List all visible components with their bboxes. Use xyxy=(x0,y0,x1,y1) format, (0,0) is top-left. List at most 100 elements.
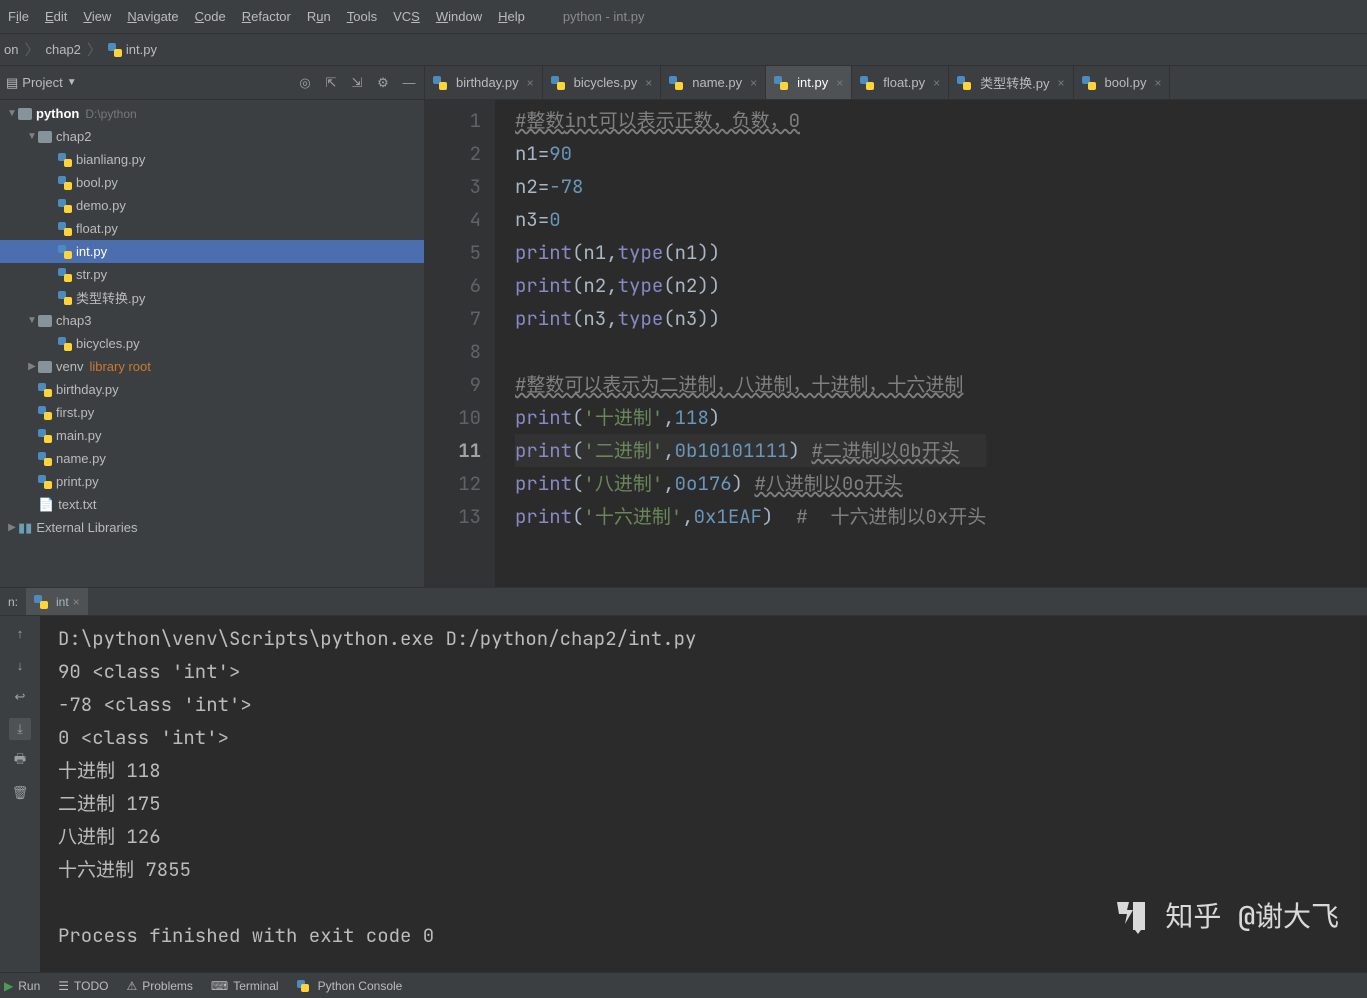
tree-row[interactable]: main.py xyxy=(0,424,424,447)
menu-navigate[interactable]: Navigate xyxy=(119,0,186,33)
scroll-end-icon[interactable]: ⤓ xyxy=(9,718,31,740)
tree-row[interactable]: bianliang.py xyxy=(0,148,424,171)
python-file-icon xyxy=(58,153,72,167)
menu-view[interactable]: View xyxy=(75,0,119,33)
code-editor[interactable]: 12345678910111213 #整数int可以表示正数，负数，0n1=90… xyxy=(425,100,1367,587)
project-tree[interactable]: ▼pythonD:\python▼chap2bianliang.py bool.p… xyxy=(0,100,424,587)
tree-row[interactable]: name.py xyxy=(0,447,424,470)
gear-icon[interactable]: ⚙ xyxy=(374,74,392,92)
editor-tab[interactable]: name.py× xyxy=(661,66,766,99)
tree-row[interactable]: ▶▮▮External Libraries xyxy=(0,516,424,539)
watermark-text: 知乎 @谢大飞 xyxy=(1165,900,1339,933)
console-line: 二进制 175 xyxy=(58,787,1367,820)
tab-label: bicycles.py xyxy=(574,75,638,90)
console-line: -78 <class 'int'> xyxy=(58,688,1367,721)
line-gutter: 12345678910111213 xyxy=(425,100,495,587)
tree-row[interactable]: ▼chap3 xyxy=(0,309,424,332)
folder-icon xyxy=(18,108,32,120)
status-terminal[interactable]: ⌨Terminal xyxy=(211,979,279,993)
menu-edit[interactable]: Edit xyxy=(37,0,75,33)
tree-row[interactable]: ▼chap2 xyxy=(0,125,424,148)
code-line[interactable] xyxy=(515,335,986,368)
hide-icon[interactable]: — xyxy=(400,74,418,92)
close-icon[interactable]: × xyxy=(750,76,757,90)
editor-tab[interactable]: bicycles.py × xyxy=(543,66,662,99)
code-content[interactable]: #整数int可以表示正数，负数，0n1=90n2=-78n3=0print(n1… xyxy=(495,100,986,587)
tree-row[interactable]: ▶venvlibrary root xyxy=(0,355,424,378)
tree-row[interactable]: bicycles.py xyxy=(0,332,424,355)
close-icon[interactable]: × xyxy=(527,76,534,90)
run-config-tab[interactable]: int × xyxy=(26,588,88,615)
tree-row[interactable]: float.py xyxy=(0,217,424,240)
python-file-icon xyxy=(774,76,788,90)
menu-vcs[interactable]: VCS xyxy=(385,0,428,33)
print-icon[interactable]: 🖶 xyxy=(9,750,31,772)
menu-run[interactable]: Run xyxy=(299,0,339,33)
status-todo[interactable]: ☰TODO xyxy=(58,979,108,993)
code-line[interactable]: n2=-78 xyxy=(515,170,986,203)
console-output[interactable]: D:\python\venv\Scripts\python.exe D:/pyt… xyxy=(40,616,1367,972)
code-line[interactable]: print(n2,type(n2)) xyxy=(515,269,986,302)
project-tool-label[interactable]: ▤ Project ▼ xyxy=(6,75,77,91)
tree-row[interactable]: 类型转换.py xyxy=(0,286,424,309)
editor-tab[interactable]: 类型转换.py× xyxy=(949,66,1073,99)
close-icon[interactable]: × xyxy=(73,595,80,609)
menu-file[interactable]: File xyxy=(0,0,37,33)
menu-tools[interactable]: Tools xyxy=(339,0,385,33)
tree-row[interactable]: bool.py xyxy=(0,171,424,194)
close-icon[interactable]: × xyxy=(645,76,652,90)
code-line[interactable]: print('二进制',0b10101111) #二进制以0b开头 xyxy=(515,434,986,467)
tree-label: bool.py xyxy=(76,175,118,190)
status-python-console[interactable]: Python Console xyxy=(297,979,403,993)
close-icon[interactable]: × xyxy=(933,76,940,90)
code-line[interactable]: print('八进制',0o176) #八进制以0o开头 xyxy=(515,467,986,500)
close-icon[interactable]: × xyxy=(1154,76,1161,90)
breadcrumb-separator-icon: 〉 xyxy=(24,39,39,60)
breadcrumb-item[interactable]: on xyxy=(4,42,18,57)
editor-tab[interactable]: birthday.py× xyxy=(425,66,543,99)
tree-row[interactable]: int.py xyxy=(0,240,424,263)
tree-row[interactable]: 📄text.txt xyxy=(0,493,424,516)
expand-all-icon[interactable]: ⇱ xyxy=(322,74,340,92)
breadcrumb-item[interactable]: int.py xyxy=(108,42,157,57)
editor-tab[interactable]: bool.py× xyxy=(1074,66,1171,99)
line-number: 7 xyxy=(439,302,481,335)
menu-refactor[interactable]: Refactor xyxy=(234,0,299,33)
select-opened-icon[interactable]: ◎ xyxy=(296,74,314,92)
code-line[interactable]: print(n3,type(n3)) xyxy=(515,302,986,335)
breadcrumb-item[interactable]: chap2 xyxy=(45,42,80,57)
editor-tab-bar: birthday.py×bicycles.py×name.py×int.py×f… xyxy=(425,66,1367,100)
code-line[interactable]: n3=0 xyxy=(515,203,986,236)
python-file-icon xyxy=(58,176,72,190)
collapse-all-icon[interactable]: ⇲ xyxy=(348,74,366,92)
python-file-icon xyxy=(38,429,52,443)
tree-row[interactable]: birthday.py xyxy=(0,378,424,401)
up-arrow-icon[interactable]: ↑ xyxy=(9,622,31,644)
tree-row[interactable]: print.py xyxy=(0,470,424,493)
python-file-icon xyxy=(38,475,52,489)
editor-tab[interactable]: int.py× xyxy=(766,66,852,99)
tree-label: text.txt xyxy=(58,497,96,512)
trash-icon[interactable]: 🗑 xyxy=(9,782,31,804)
editor-tab[interactable]: float.py× xyxy=(852,66,949,99)
close-icon[interactable]: × xyxy=(836,76,843,90)
code-line[interactable]: #整数可以表示为二进制，八进制，十进制，十六进制 xyxy=(515,368,986,401)
code-line[interactable]: print('十六进制',0x1EAF) # 十六进制以0x开头 xyxy=(515,500,986,533)
menu-code[interactable]: Code xyxy=(187,0,234,33)
code-line[interactable]: n1=90 xyxy=(515,137,986,170)
tree-row[interactable]: ▼pythonD:\python xyxy=(0,102,424,125)
code-line[interactable]: print(n1,type(n1)) xyxy=(515,236,986,269)
close-icon[interactable]: × xyxy=(1058,76,1065,90)
menu-help[interactable]: Help xyxy=(490,0,533,33)
softwrap-icon[interactable]: ↩ xyxy=(9,686,31,708)
tree-row[interactable]: first.py xyxy=(0,401,424,424)
menu-window[interactable]: Window xyxy=(428,0,490,33)
status-problems[interactable]: ⚠Problems xyxy=(126,979,192,993)
code-line[interactable]: #整数int可以表示正数，负数，0 xyxy=(515,104,986,137)
status-run[interactable]: ▶Run xyxy=(4,979,40,993)
project-title: Project xyxy=(22,75,62,90)
code-line[interactable]: print('十进制',118) xyxy=(515,401,986,434)
down-arrow-icon[interactable]: ↓ xyxy=(9,654,31,676)
tree-row[interactable]: str.py xyxy=(0,263,424,286)
tree-row[interactable]: demo.py xyxy=(0,194,424,217)
